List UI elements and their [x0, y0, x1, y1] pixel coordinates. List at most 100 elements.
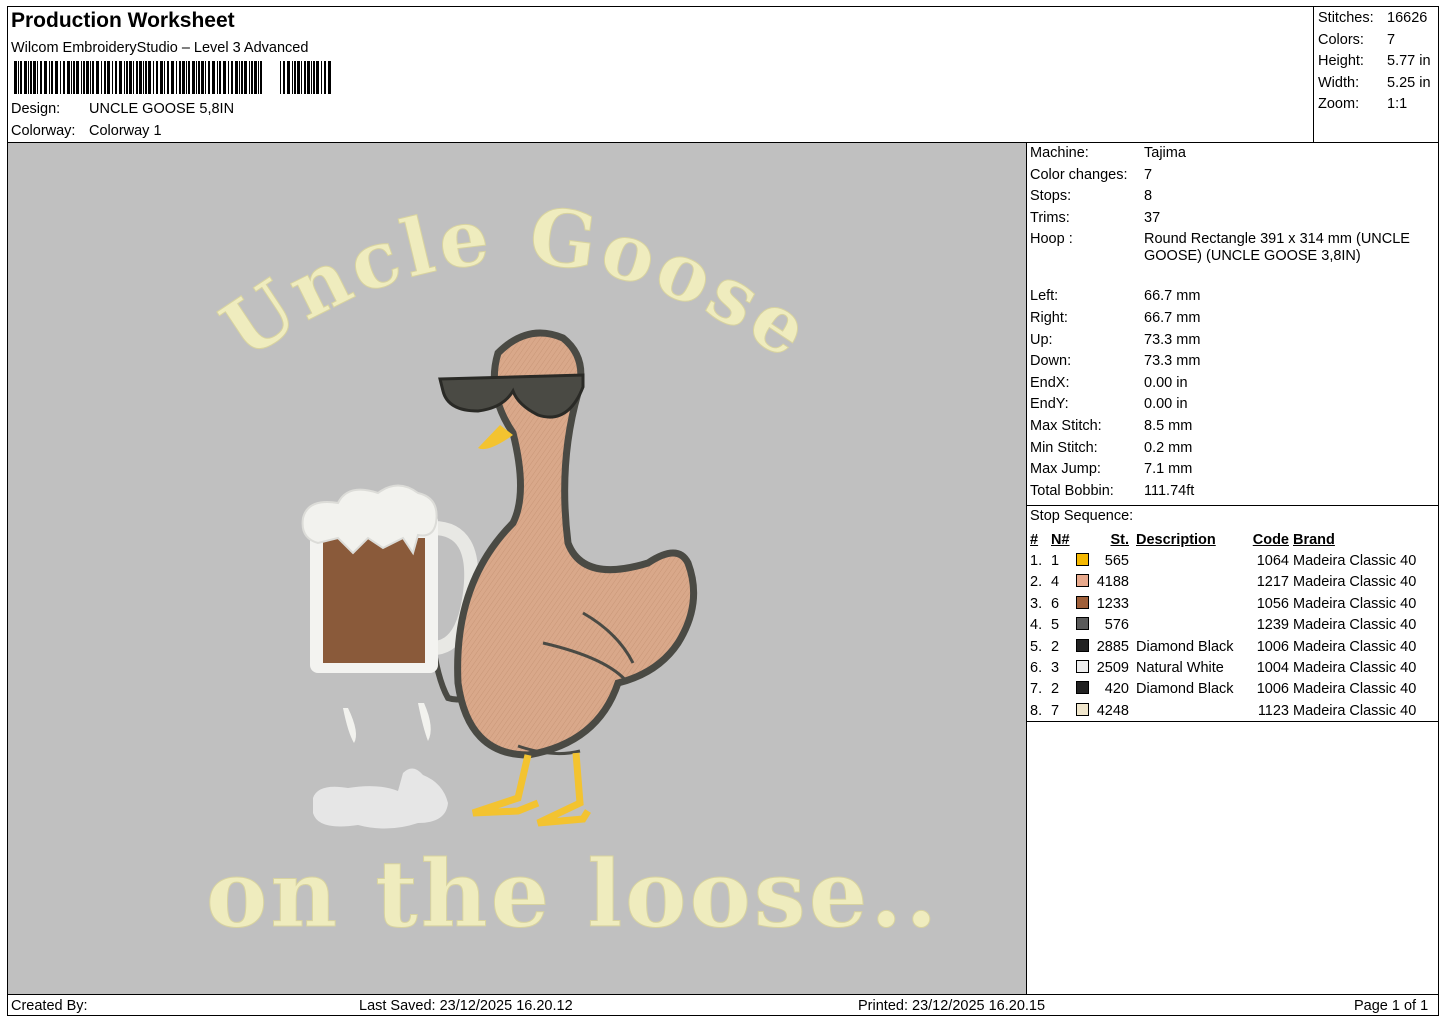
barcode-bar: [76, 61, 79, 94]
info-row: Hoop : Round Rectangle 391 x 314 mm (UNCL…: [1030, 231, 1439, 288]
machine-info-panel: Machine: Tajima Color changes: 7 Stops: 8 Trim…: [1027, 143, 1439, 506]
beer-mug: [301, 484, 479, 743]
info-value: 7.1 mm: [1144, 461, 1193, 478]
cell-brand: Madeira Classic 40: [1293, 595, 1417, 612]
info-value: 37: [1144, 209, 1161, 226]
cell-st: 4188: [1096, 574, 1129, 591]
barcode-bar: [14, 61, 17, 94]
info-value: 66.7 mm: [1144, 309, 1201, 326]
barcode-bar: [60, 61, 61, 94]
col-stitches: St.: [1110, 531, 1129, 548]
cell-swatch: [1073, 572, 1095, 593]
info-label: Max Jump:: [1030, 461, 1101, 478]
barcode-bar: [231, 61, 233, 94]
barcode-bar: [63, 61, 65, 94]
barcode-bar: [37, 61, 38, 94]
barcode-bar: [133, 61, 134, 94]
summary-label: Stitches:: [1318, 10, 1374, 26]
page-title: Production Worksheet: [11, 9, 235, 32]
barcode-bar: [40, 61, 42, 94]
table-row: 2. 4 4188 1217 Madeira Classic 40: [1030, 572, 1416, 593]
color-swatch: [1076, 553, 1089, 567]
summary-value: 16626: [1387, 10, 1428, 26]
design-preview: Uncle Goose on the loose..: [8, 143, 1027, 994]
barcode-bar: [145, 61, 147, 94]
barcode-bar: [287, 61, 290, 94]
info-label: EndX:: [1030, 374, 1070, 391]
barcode-bar: [44, 61, 47, 94]
summary-value: 1:1: [1387, 96, 1408, 113]
barcode-bar: [90, 61, 91, 94]
cell-brand: Madeira Classic 40: [1293, 617, 1417, 634]
barcode-bar: [92, 61, 94, 94]
cell-code: 1004: [1256, 660, 1289, 677]
barcode-bar: [307, 61, 310, 94]
barcode-bar: [301, 61, 302, 94]
stop-sequence-panel: Stop Sequence: # N# St. Description Code…: [1027, 506, 1439, 722]
barcode-bar: [294, 61, 296, 94]
cell-num: 3.: [1030, 595, 1043, 612]
barcode-bar: [219, 61, 221, 94]
barcode-bar: [251, 61, 253, 94]
info-row: Left: 66.7 mm: [1030, 288, 1439, 310]
barcode-bar: [129, 61, 132, 94]
barcode-bar: [112, 61, 113, 94]
table-row: 1. 1 565 1064 Madeira Classic 40: [1030, 550, 1416, 571]
info-label: Stops:: [1030, 188, 1072, 205]
barcode-bar: [24, 61, 27, 94]
barcode-bar: [71, 61, 72, 94]
info-value: 8.5 mm: [1144, 417, 1193, 434]
barcode-bar: [235, 61, 238, 94]
info-row: Down: 73.3 mm: [1030, 353, 1439, 375]
design-value: UNCLE GOOSE 5,8IN: [89, 101, 235, 117]
stop-sequence-table: # N# St. Description Code Brand 1. 1 565 10…: [1030, 529, 1416, 722]
info-label: Hoop :: [1030, 231, 1073, 248]
table-row: 7. 2 420 Diamond Black 1006 Madeira Classic 4…: [1030, 679, 1416, 700]
table-header-row: # N# St. Description Code Brand: [1030, 529, 1416, 550]
cell-swatch: [1073, 657, 1095, 678]
info-row: Stops: 8: [1030, 188, 1439, 210]
design-name-row: Design: UNCLE GOOSE 5,8IN: [11, 101, 234, 117]
barcode-bar: [143, 61, 144, 94]
cell-swatch: [1073, 700, 1095, 721]
barcode-bar: [104, 61, 106, 94]
barcode-bar: [33, 61, 36, 94]
table-row: 5. 2 2885 Diamond Black 1006 Madeira Classic …: [1030, 636, 1416, 657]
cell-brand: Madeira Classic 40: [1293, 681, 1417, 698]
barcode-bar: [153, 61, 154, 94]
barcode-bar: [223, 61, 226, 94]
color-swatch: [1076, 617, 1089, 631]
cell-code: 1006: [1256, 638, 1289, 655]
info-value: Round Rectangle 391 x 314 mm (UNCLE GOOS…: [1144, 231, 1410, 265]
barcode-bar: [186, 61, 187, 94]
barcode-bar: [321, 61, 322, 94]
info-label: Total Bobbin:: [1030, 482, 1114, 499]
cell-n: 2: [1051, 638, 1060, 655]
summary-label: Colors:: [1318, 31, 1364, 48]
col-swatch: [1073, 529, 1095, 550]
cell-num: 6.: [1030, 660, 1043, 677]
summary-stitches: Stitches: 16626: [1318, 8, 1439, 30]
cell-num: 5.: [1030, 638, 1043, 655]
summary-colors: Colors: 7: [1318, 30, 1439, 52]
barcode-bar: [167, 61, 169, 94]
cell-description: [1129, 572, 1247, 593]
barcode-bar: [228, 61, 229, 94]
barcode-bar: [244, 61, 247, 94]
barcode-bar: [182, 61, 185, 94]
info-value: Tajima: [1144, 145, 1186, 161]
cell-brand: Madeira Classic 40: [1293, 660, 1417, 677]
barcode-bar: [188, 61, 190, 94]
barcode-bar: [208, 61, 210, 94]
barcode-bar: [324, 61, 326, 94]
info-row: EndX: 0.00 in: [1030, 375, 1439, 397]
barcode-bar: [316, 61, 319, 94]
printed-date: Printed: 23/12/2025 16.20.15: [858, 998, 1046, 1014]
barcode-bar: [20, 61, 22, 94]
barcode-bar: [254, 61, 257, 94]
dust-cloud: [313, 768, 448, 829]
barcode-bar: [201, 61, 204, 94]
barcode-bar: [179, 61, 181, 94]
barcode-bar: [311, 61, 312, 94]
cell-description: Diamond Black: [1136, 638, 1234, 655]
